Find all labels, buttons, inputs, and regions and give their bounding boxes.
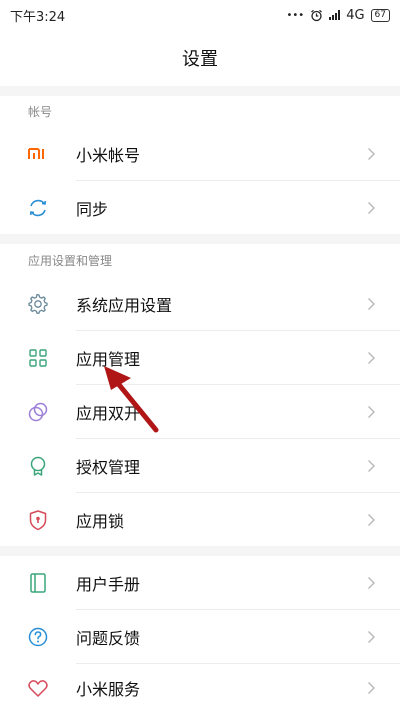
settings-item-permissions[interactable]: 授权管理	[0, 439, 400, 492]
chevron-right-icon	[368, 201, 375, 214]
settings-item-user-manual[interactable]: 用户手册	[0, 556, 400, 609]
section-header-app-settings: 应用设置和管理	[0, 244, 400, 276]
badge-icon	[26, 454, 50, 478]
heart-icon	[26, 676, 50, 700]
chevron-right-icon	[368, 405, 375, 418]
chevron-right-icon	[368, 351, 375, 364]
chevron-right-icon	[368, 147, 375, 160]
grid-icon	[26, 346, 50, 370]
settings-item-label: 应用锁	[76, 511, 125, 531]
settings-item-label: 小米帐号	[76, 145, 141, 165]
chevron-right-icon	[368, 630, 375, 643]
settings-item-mi-account[interactable]: 小米帐号	[0, 127, 400, 180]
battery-level: 67	[370, 8, 390, 22]
settings-item-app-lock[interactable]: 应用锁	[0, 493, 400, 546]
network-type: 4G	[346, 7, 365, 23]
page-title: 设置	[0, 30, 400, 86]
settings-item-label: 用户手册	[76, 574, 141, 594]
section-divider	[0, 86, 400, 96]
settings-item-label: 应用管理	[76, 349, 141, 369]
settings-item-feedback[interactable]: 问题反馈	[0, 610, 400, 663]
notification-dots: •••	[286, 9, 305, 21]
sync-icon	[26, 196, 50, 220]
book-icon	[26, 571, 50, 595]
dual-app-icon	[26, 400, 50, 424]
status-icons: ••• 4G 67	[286, 8, 390, 23]
gear-icon	[26, 292, 50, 316]
chevron-right-icon	[368, 513, 375, 526]
settings-item-app-management[interactable]: 应用管理	[0, 331, 400, 384]
settings-item-label: 系统应用设置	[76, 295, 173, 315]
settings-item-label: 授权管理	[76, 457, 141, 477]
section-divider	[0, 234, 400, 244]
settings-item-label: 小米服务	[76, 679, 141, 699]
section-divider	[0, 546, 400, 556]
question-icon	[26, 625, 50, 649]
settings-item-label: 问题反馈	[76, 628, 141, 648]
chevron-right-icon	[368, 681, 375, 694]
signal-icon	[329, 10, 341, 20]
settings-item-label: 同步	[76, 199, 109, 219]
settings-item-sync[interactable]: 同步	[0, 181, 400, 234]
settings-item-label: 应用双开	[76, 403, 141, 423]
shield-lock-icon	[26, 508, 50, 532]
settings-item-dual-apps[interactable]: 应用双开	[0, 385, 400, 438]
alarm-icon	[311, 9, 323, 21]
status-time: 下午3:24	[10, 9, 66, 25]
status-bar: 下午3:24 ••• 4G 67	[0, 0, 400, 30]
section-header-account: 帐号	[0, 96, 400, 126]
chevron-right-icon	[368, 459, 375, 472]
settings-item-system-app-settings[interactable]: 系统应用设置	[0, 277, 400, 330]
mi-logo-icon	[26, 142, 50, 166]
chevron-right-icon	[368, 297, 375, 310]
chevron-right-icon	[368, 576, 375, 589]
settings-item-mi-services[interactable]: 小米服务	[0, 664, 400, 711]
